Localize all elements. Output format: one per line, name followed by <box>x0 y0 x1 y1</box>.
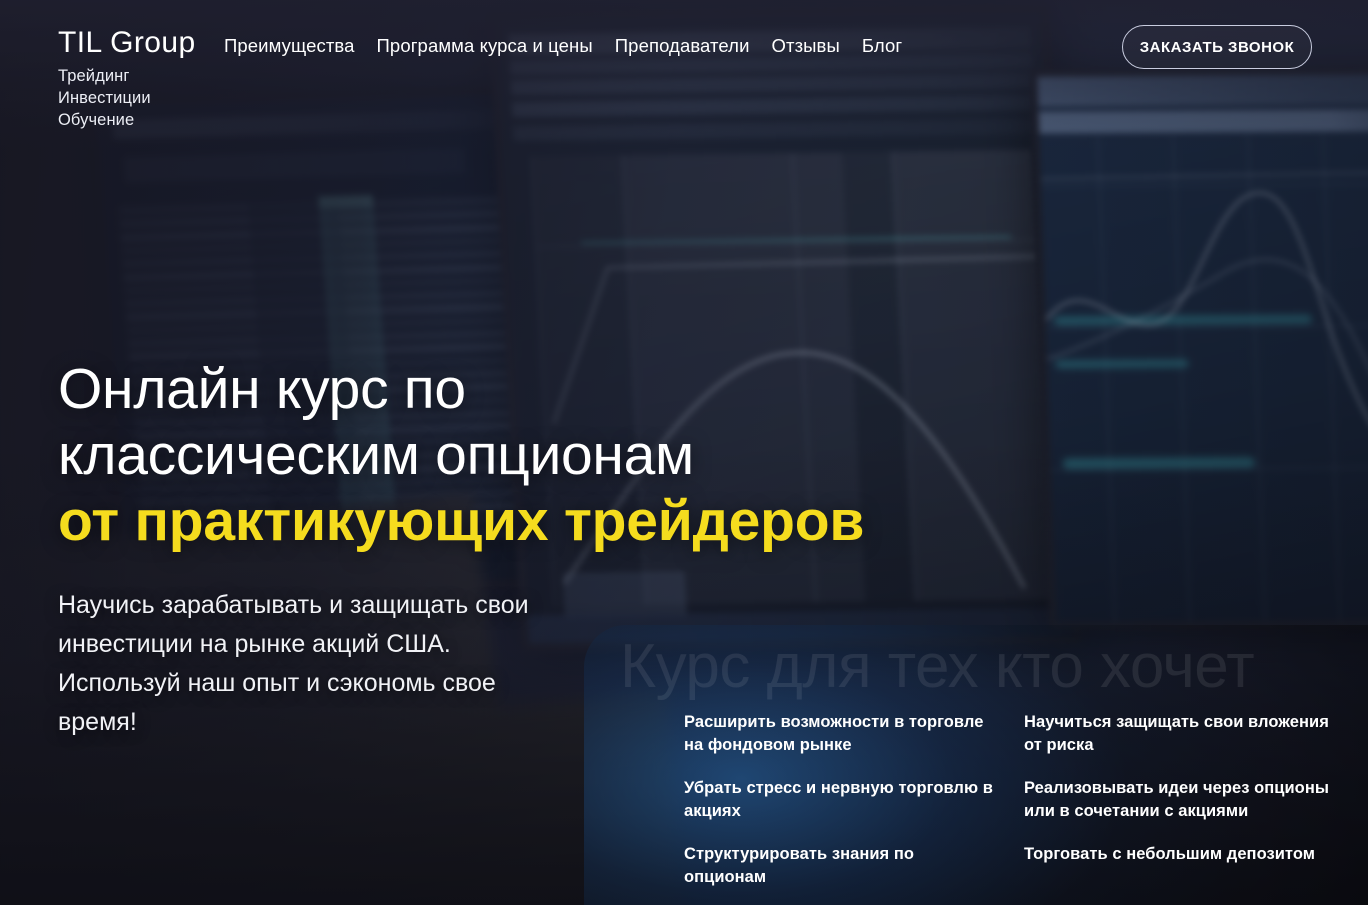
hero-title-line-3-accent: от практикующих трейдеров <box>58 489 865 553</box>
hero-subtitle: Научись зарабатывать и защищать свои инв… <box>58 591 529 736</box>
site-header: TIL Group Трейдинг Инвестиции Обучение П… <box>0 0 1368 130</box>
nav-item-program-price[interactable]: Программа курса и цены <box>377 35 593 57</box>
logo-tagline-line-2: Инвестиции <box>58 89 151 107</box>
nav-item-teachers[interactable]: Преподаватели <box>615 35 750 57</box>
logo-tagline-line-1: Трейдинг <box>58 67 130 85</box>
panel-heading: Курс для тех кто хочет <box>620 632 1255 701</box>
benefit-item: Расширить возможности в торговле на фонд… <box>684 713 984 754</box>
benefit-item: Торговать с небольшим депозитом <box>1024 845 1316 863</box>
logo[interactable]: TIL Group Трейдинг Инвестиции Обучение <box>58 28 196 131</box>
nav-item-advantages[interactable]: Преимущества <box>224 35 355 57</box>
logo-tagline: Трейдинг Инвестиции Обучение <box>58 65 196 131</box>
benefit-item: Научиться защищать свои вложения от риск… <box>1024 713 1329 754</box>
order-call-button[interactable]: ЗАКАЗАТЬ ЗВОНОК <box>1122 25 1312 69</box>
hero-title: Онлайн курс по классическим опционам от … <box>58 356 888 554</box>
hero-title-line-2: классическим опционам <box>58 423 694 487</box>
main-navigation: Преимущества Программа курса и цены Преп… <box>224 35 902 57</box>
benefit-item: Убрать стресс и нервную торговлю в акция… <box>684 779 993 820</box>
panel-benefits-grid: Расширить возможности в торговле на фонд… <box>684 711 1329 905</box>
hero-title-line-1: Онлайн курс по <box>58 357 466 421</box>
logo-tagline-line-3: Обучение <box>58 111 135 129</box>
nav-item-reviews[interactable]: Отзывы <box>772 35 840 57</box>
nav-item-blog[interactable]: Блог <box>862 35 902 57</box>
benefit-item: Реализовывать идеи через опционы или в с… <box>1024 779 1329 820</box>
benefit-item: Структурировать знания по опционам <box>684 845 914 886</box>
logo-title: TIL Group <box>58 26 196 59</box>
course-benefits-panel: Курс для тех кто хочет Расширить возможн… <box>584 625 1368 905</box>
